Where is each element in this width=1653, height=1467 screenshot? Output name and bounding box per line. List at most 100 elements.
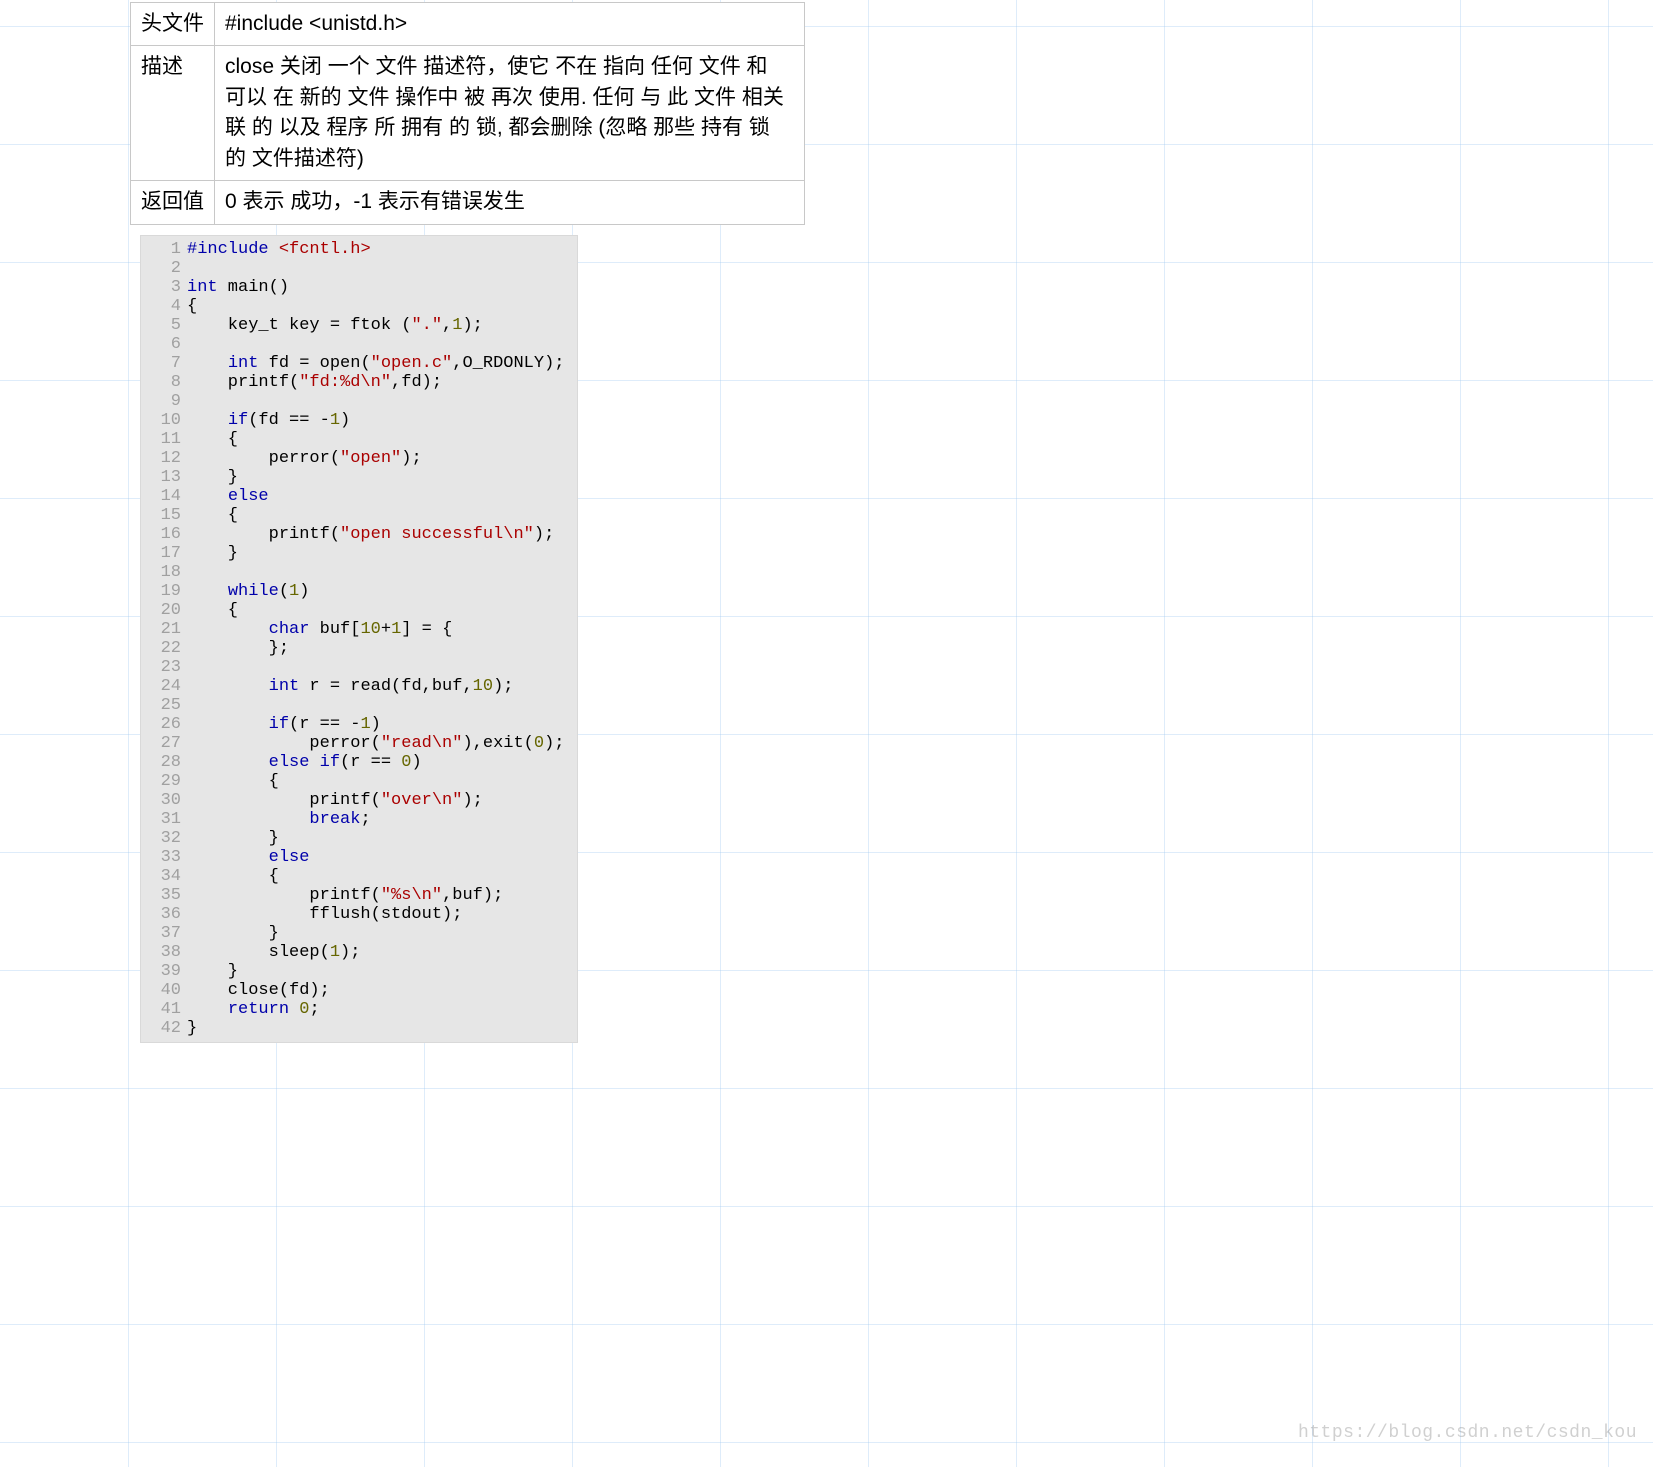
line-number: 37	[141, 924, 187, 943]
code-line: 21 char buf[10+1] = {	[141, 620, 577, 639]
code-line: 23	[141, 658, 577, 677]
code-source: }	[187, 924, 577, 943]
code-line: 41 return 0;	[141, 1000, 577, 1019]
code-line: 25	[141, 696, 577, 715]
code-source: while(1)	[187, 582, 577, 601]
line-number: 41	[141, 1000, 187, 1019]
code-source: {	[187, 506, 577, 525]
line-number: 35	[141, 886, 187, 905]
code-line: 13 }	[141, 468, 577, 487]
code-line: 18	[141, 563, 577, 582]
line-number: 2	[141, 259, 187, 278]
code-source	[187, 563, 577, 582]
code-source	[187, 335, 577, 354]
line-number: 15	[141, 506, 187, 525]
code-source: {	[187, 867, 577, 886]
line-number: 14	[141, 487, 187, 506]
code-source: else	[187, 487, 577, 506]
row-label: 头文件	[131, 3, 215, 46]
code-source: key_t key = ftok (".",1);	[187, 316, 577, 335]
line-number: 20	[141, 601, 187, 620]
line-number: 11	[141, 430, 187, 449]
code-line: 5 key_t key = ftok (".",1);	[141, 316, 577, 335]
code-source: #include <fcntl.h>	[187, 240, 577, 259]
code-source: char buf[10+1] = {	[187, 620, 577, 639]
row-label: 返回值	[131, 181, 215, 224]
code-line: 10 if(fd == -1)	[141, 411, 577, 430]
code-source: {	[187, 772, 577, 791]
code-source: perror("read\n"),exit(0);	[187, 734, 577, 753]
line-number: 17	[141, 544, 187, 563]
code-line: 3int main()	[141, 278, 577, 297]
code-source: }	[187, 544, 577, 563]
code-source: {	[187, 601, 577, 620]
line-number: 8	[141, 373, 187, 392]
table-row: 返回值 0 表示 成功，-1 表示有错误发生	[131, 181, 805, 224]
code-source: }	[187, 468, 577, 487]
code-line: 28 else if(r == 0)	[141, 753, 577, 772]
code-source: }	[187, 1019, 577, 1038]
code-source: fflush(stdout);	[187, 905, 577, 924]
code-source: if(r == -1)	[187, 715, 577, 734]
code-source: return 0;	[187, 1000, 577, 1019]
code-source: printf("open successful\n");	[187, 525, 577, 544]
code-source	[187, 658, 577, 677]
code-source: close(fd);	[187, 981, 577, 1000]
line-number: 39	[141, 962, 187, 981]
line-number: 28	[141, 753, 187, 772]
line-number: 18	[141, 563, 187, 582]
code-line: 19 while(1)	[141, 582, 577, 601]
code-source: int main()	[187, 278, 577, 297]
row-value: close 关闭 一个 文件 描述符，使它 不在 指向 任何 文件 和 可以 在…	[215, 46, 805, 181]
table-row: 头文件 #include <unistd.h>	[131, 3, 805, 46]
code-line: 37 }	[141, 924, 577, 943]
line-number: 6	[141, 335, 187, 354]
code-line: 33 else	[141, 848, 577, 867]
line-number: 38	[141, 943, 187, 962]
line-number: 3	[141, 278, 187, 297]
code-line: 15 {	[141, 506, 577, 525]
watermark-text: https://blog.csdn.net/csdn_kou	[1298, 1423, 1637, 1443]
doc-table: 头文件 #include <unistd.h> 描述 close 关闭 一个 文…	[130, 2, 805, 225]
line-number: 12	[141, 449, 187, 468]
line-number: 25	[141, 696, 187, 715]
line-number: 40	[141, 981, 187, 1000]
line-number: 30	[141, 791, 187, 810]
code-line: 34 {	[141, 867, 577, 886]
line-number: 32	[141, 829, 187, 848]
code-source: else	[187, 848, 577, 867]
code-line: 24 int r = read(fd,buf,10);	[141, 677, 577, 696]
line-number: 10	[141, 411, 187, 430]
code-source	[187, 696, 577, 715]
code-source	[187, 392, 577, 411]
code-source	[187, 259, 577, 278]
row-value: #include <unistd.h>	[215, 3, 805, 46]
code-line: 9	[141, 392, 577, 411]
code-line: 1#include <fcntl.h>	[141, 240, 577, 259]
content-area: 头文件 #include <unistd.h> 描述 close 关闭 一个 文…	[0, 0, 1653, 1043]
line-number: 1	[141, 240, 187, 259]
code-source: int r = read(fd,buf,10);	[187, 677, 577, 696]
code-line: 38 sleep(1);	[141, 943, 577, 962]
line-number: 36	[141, 905, 187, 924]
line-number: 13	[141, 468, 187, 487]
line-number: 23	[141, 658, 187, 677]
code-source: printf("over\n");	[187, 791, 577, 810]
code-line: 42}	[141, 1019, 577, 1038]
code-line: 22 };	[141, 639, 577, 658]
code-source: printf("%s\n",buf);	[187, 886, 577, 905]
code-source: }	[187, 829, 577, 848]
code-source: else if(r == 0)	[187, 753, 577, 772]
table-row: 描述 close 关闭 一个 文件 描述符，使它 不在 指向 任何 文件 和 可…	[131, 46, 805, 181]
code-line: 7 int fd = open("open.c",O_RDONLY);	[141, 354, 577, 373]
line-number: 7	[141, 354, 187, 373]
code-line: 2	[141, 259, 577, 278]
line-number: 24	[141, 677, 187, 696]
code-line: 8 printf("fd:%d\n",fd);	[141, 373, 577, 392]
line-number: 4	[141, 297, 187, 316]
code-source: perror("open");	[187, 449, 577, 468]
line-number: 22	[141, 639, 187, 658]
code-line: 27 perror("read\n"),exit(0);	[141, 734, 577, 753]
line-number: 27	[141, 734, 187, 753]
code-line: 40 close(fd);	[141, 981, 577, 1000]
